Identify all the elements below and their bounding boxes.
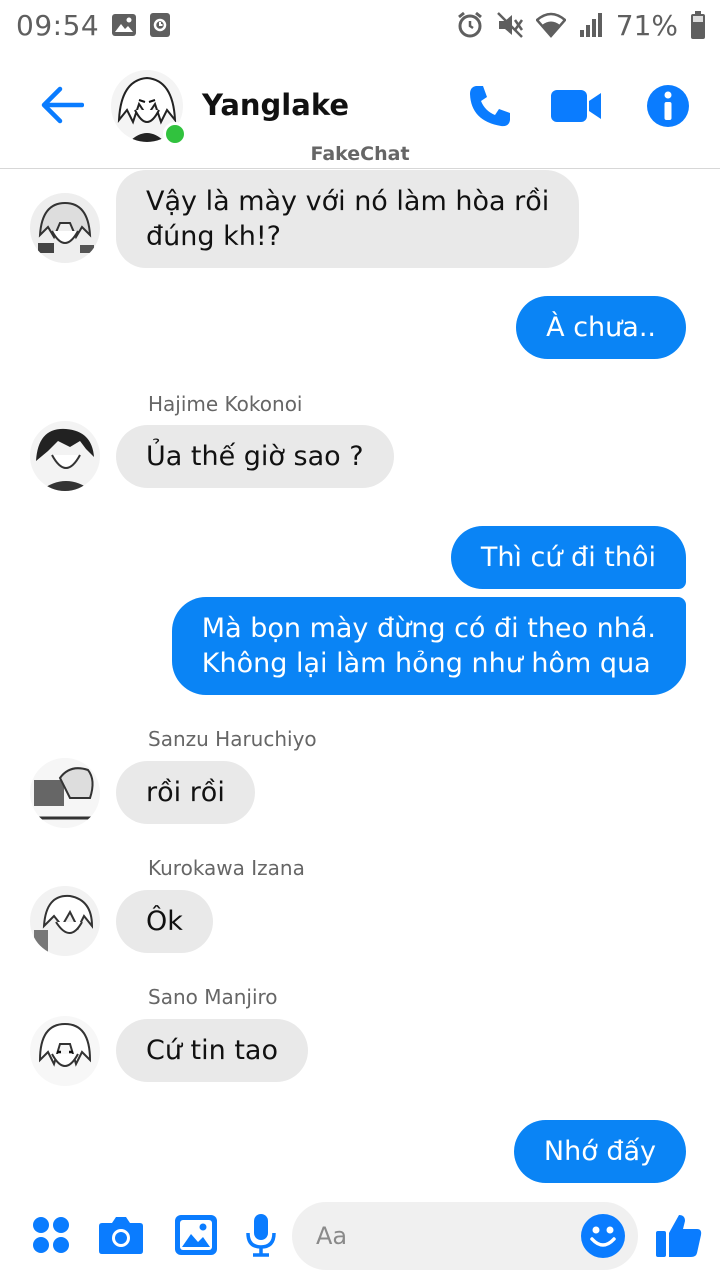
emoji-icon[interactable] <box>580 1213 626 1259</box>
outgoing-message[interactable]: À chưa.. <box>516 296 686 359</box>
more-actions-button[interactable] <box>28 1214 74 1260</box>
incoming-message[interactable]: Cứ tin tao <box>116 1019 308 1082</box>
sender-avatar[interactable] <box>30 421 100 491</box>
back-button[interactable] <box>40 85 85 129</box>
back-arrow-icon <box>40 85 85 129</box>
message-list[interactable]: Vậy là mày với nó làm hòa rồi đúng kh!? … <box>0 170 720 1198</box>
incoming-message[interactable]: rồi rồi <box>116 761 255 824</box>
sender-avatar[interactable] <box>30 1016 100 1086</box>
sender-avatar[interactable] <box>30 758 100 828</box>
like-button[interactable] <box>656 1214 702 1260</box>
incoming-message[interactable]: Ôk <box>116 890 213 953</box>
mute-icon <box>496 11 524 39</box>
screenshot-icon <box>149 12 171 38</box>
incoming-message[interactable]: Ủa thế giờ sao ? <box>116 425 394 488</box>
contact-avatar[interactable] <box>111 70 187 146</box>
gallery-icon <box>111 13 137 37</box>
video-icon <box>550 87 602 129</box>
composer-bar <box>0 1198 720 1280</box>
contact-name[interactable]: Yanglake <box>202 88 349 122</box>
alarm-icon <box>456 11 484 39</box>
signal-icon <box>578 12 604 38</box>
fakechat-watermark: FakeChat <box>310 143 410 165</box>
microphone-icon <box>244 1213 278 1261</box>
phone-call-button[interactable] <box>466 84 514 132</box>
status-bar: 09:54 71% <box>0 0 720 50</box>
battery-icon <box>690 10 706 40</box>
outgoing-message[interactable]: Nhớ đấy <box>513 1120 686 1183</box>
info-button[interactable] <box>644 84 692 132</box>
message-input-container[interactable] <box>292 1202 638 1270</box>
info-icon <box>645 83 691 133</box>
chat-header: Yanglake FakeChat <box>0 50 720 169</box>
camera-button[interactable] <box>98 1214 144 1260</box>
message-input[interactable] <box>316 1222 556 1250</box>
menu-dots-icon <box>31 1215 71 1259</box>
image-icon <box>174 1214 218 1260</box>
sender-avatar[interactable] <box>30 886 100 956</box>
phone-icon <box>467 83 513 133</box>
camera-icon <box>98 1215 144 1259</box>
wifi-icon <box>535 12 566 38</box>
sender-avatar[interactable] <box>30 193 100 263</box>
thumbs-up-icon <box>655 1211 703 1263</box>
incoming-message[interactable]: Vậy là mày với nó làm hòa rồi đúng kh!? <box>116 170 580 268</box>
battery-percent: 71% <box>615 8 678 42</box>
sender-name: Sano Manjiro <box>148 985 278 1009</box>
outgoing-message[interactable]: Mà bọn mày đừng có đi theo nhá. Không lạ… <box>171 597 686 695</box>
gallery-button[interactable] <box>173 1214 219 1260</box>
status-time: 09:54 <box>16 8 100 42</box>
sender-name: Kurokawa Izana <box>148 856 305 880</box>
sender-name: Hajime Kokonoi <box>148 392 303 416</box>
voice-clip-button[interactable] <box>238 1214 284 1260</box>
chat-screen: 09:54 71% Yanglake FakeChat Vậy là mày v… <box>0 0 720 1280</box>
outgoing-message[interactable]: Thì cứ đi thôi <box>450 526 686 589</box>
sender-name: Sanzu Haruchiyo <box>148 727 317 751</box>
video-call-button[interactable] <box>550 84 602 132</box>
